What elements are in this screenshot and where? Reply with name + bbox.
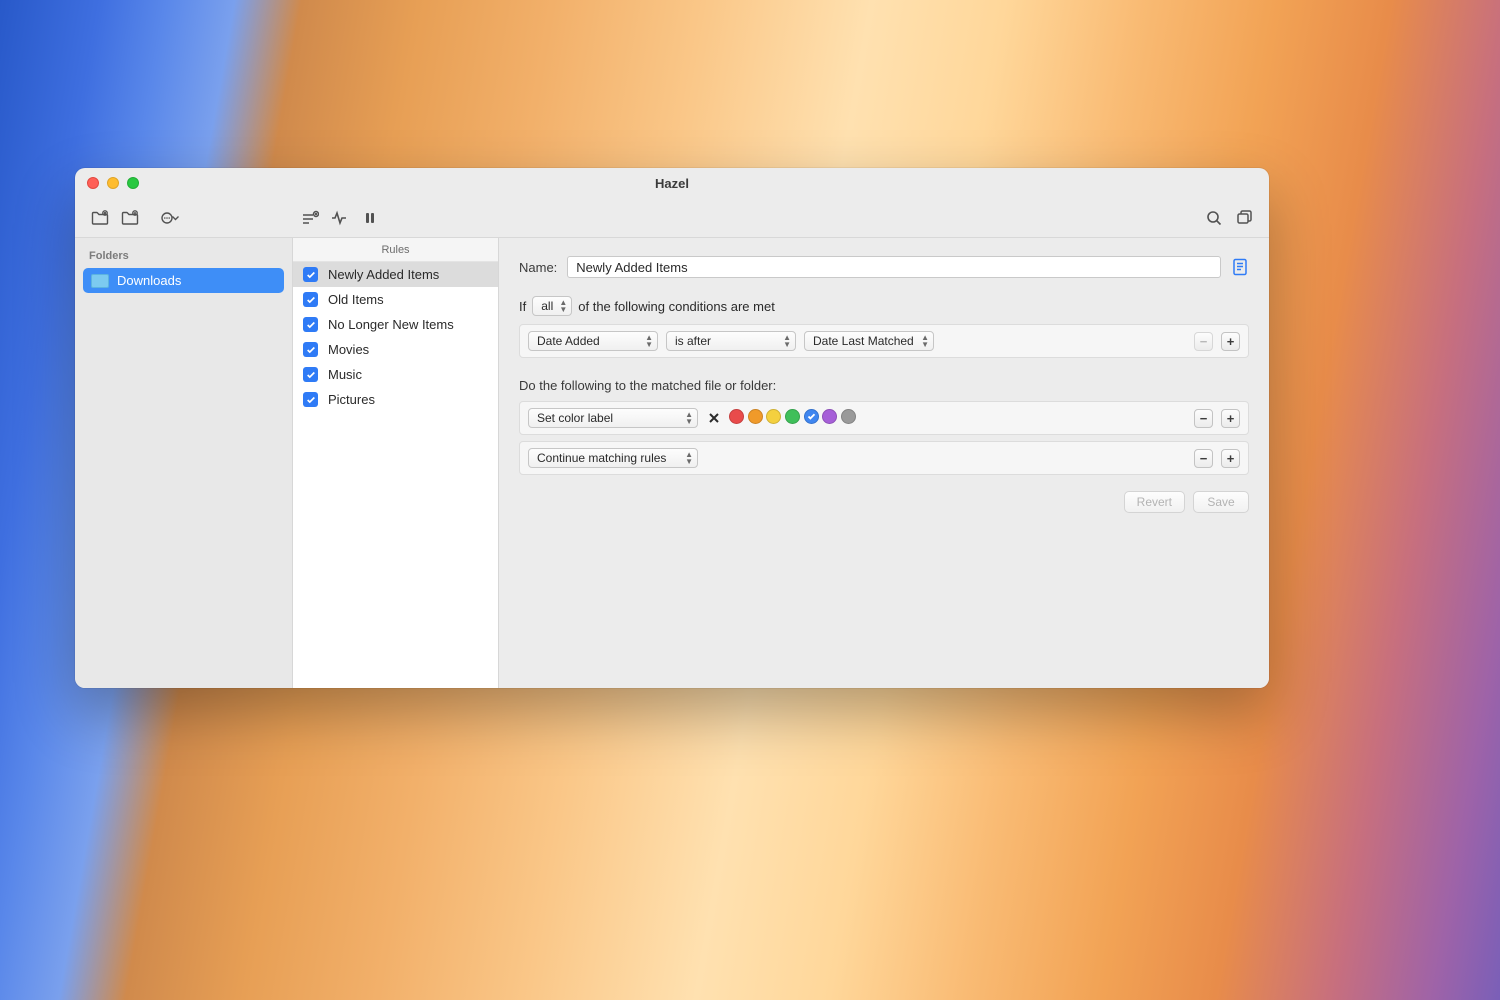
- remove-action-button[interactable]: −: [1194, 409, 1213, 428]
- condition-attribute-popup[interactable]: Date Added▲▼: [528, 331, 658, 351]
- remove-action-button[interactable]: −: [1194, 449, 1213, 468]
- rule-item[interactable]: Pictures: [293, 387, 498, 412]
- folder-icon: [91, 274, 109, 288]
- titlebar: Hazel: [75, 168, 1269, 198]
- content: Folders Downloads Rules Newly Added Item…: [75, 238, 1269, 688]
- rule-item[interactable]: No Longer New Items: [293, 312, 498, 337]
- add-condition-button[interactable]: +: [1221, 332, 1240, 351]
- rule-label: No Longer New Items: [328, 317, 454, 332]
- action-type-popup[interactable]: Set color label▲▼: [528, 408, 698, 428]
- rule-checkbox[interactable]: [303, 317, 318, 332]
- if-suffix: of the following conditions are met: [578, 299, 775, 314]
- condition-row: Date Added▲▼ is after▲▼ Date Last Matche…: [519, 324, 1249, 358]
- folder-actions-menu[interactable]: [155, 205, 185, 231]
- rule-checkbox[interactable]: [303, 392, 318, 407]
- clear-color-button[interactable]: [706, 411, 721, 426]
- toolbar: [75, 198, 1269, 238]
- color-swatch[interactable]: [729, 409, 744, 424]
- rule-checkbox[interactable]: [303, 292, 318, 307]
- rule-item[interactable]: Newly Added Items: [293, 262, 498, 287]
- rule-label: Newly Added Items: [328, 267, 439, 282]
- detach-window-button[interactable]: [1229, 205, 1259, 231]
- rule-checkbox[interactable]: [303, 367, 318, 382]
- rule-item[interactable]: Music: [293, 362, 498, 387]
- remove-condition-button[interactable]: −: [1194, 332, 1213, 351]
- notes-icon[interactable]: [1231, 256, 1249, 278]
- action-type-popup[interactable]: Continue matching rules▲▼: [528, 448, 698, 468]
- folders-sidebar: Folders Downloads: [75, 238, 293, 688]
- color-swatch[interactable]: [766, 409, 781, 424]
- add-folder-button[interactable]: [85, 205, 115, 231]
- rule-detail: Name: If all ▲▼ of the following conditi…: [499, 238, 1269, 688]
- if-label: If: [519, 299, 526, 314]
- add-action-button[interactable]: +: [1221, 409, 1240, 428]
- app-window: Hazel Folders: [75, 168, 1269, 688]
- rule-status-button[interactable]: [295, 205, 325, 231]
- folder-label: Downloads: [117, 273, 181, 288]
- action-row-color: Set color label▲▼ − +: [519, 401, 1249, 435]
- remove-folder-button[interactable]: [115, 205, 145, 231]
- rule-item[interactable]: Movies: [293, 337, 498, 362]
- pause-button[interactable]: [355, 205, 385, 231]
- color-swatch[interactable]: [804, 409, 819, 424]
- rules-heading: Rules: [293, 238, 498, 262]
- folder-item-downloads[interactable]: Downloads: [83, 268, 284, 293]
- condition-operator-popup[interactable]: is after▲▼: [666, 331, 796, 351]
- activity-button[interactable]: [325, 205, 355, 231]
- rules-list: Rules Newly Added Items Old Items No Longe…: [293, 238, 499, 688]
- search-button[interactable]: [1199, 205, 1229, 231]
- conditions-sentence: If all ▲▼ of the following conditions ar…: [519, 296, 1249, 316]
- name-label: Name:: [519, 260, 557, 275]
- revert-button[interactable]: Revert: [1124, 491, 1185, 513]
- save-button[interactable]: Save: [1193, 491, 1249, 513]
- color-swatch[interactable]: [841, 409, 856, 424]
- rule-label: Old Items: [328, 292, 384, 307]
- color-swatch[interactable]: [748, 409, 763, 424]
- rule-item[interactable]: Old Items: [293, 287, 498, 312]
- rule-name-input[interactable]: [567, 256, 1221, 278]
- color-swatch[interactable]: [785, 409, 800, 424]
- add-action-button[interactable]: +: [1221, 449, 1240, 468]
- rule-checkbox[interactable]: [303, 342, 318, 357]
- folders-heading: Folders: [75, 244, 292, 266]
- actions-heading: Do the following to the matched file or …: [519, 378, 1249, 393]
- rule-checkbox[interactable]: [303, 267, 318, 282]
- match-mode-popup[interactable]: all ▲▼: [532, 296, 572, 316]
- color-swatch[interactable]: [822, 409, 837, 424]
- window-title: Hazel: [75, 176, 1269, 191]
- rule-label: Music: [328, 367, 362, 382]
- rule-label: Movies: [328, 342, 369, 357]
- condition-value-popup[interactable]: Date Last Matched▲▼: [804, 331, 934, 351]
- rule-label: Pictures: [328, 392, 375, 407]
- action-row-continue: Continue matching rules▲▼ − +: [519, 441, 1249, 475]
